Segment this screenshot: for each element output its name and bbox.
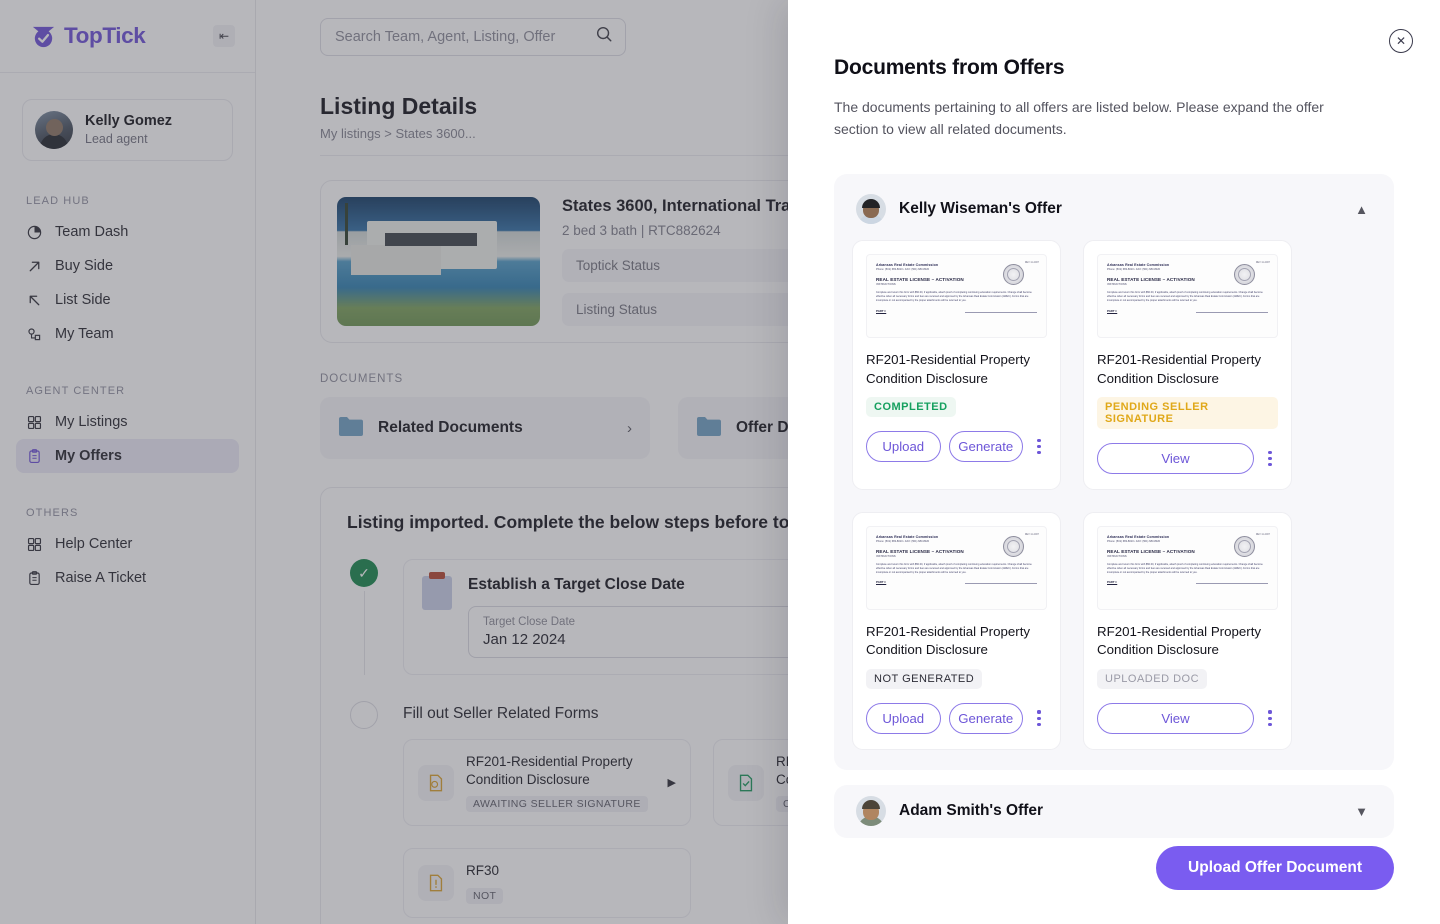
offer-name: Kelly Wiseman's Offer (899, 200, 1062, 218)
generate-button[interactable]: Generate (948, 431, 1023, 463)
document-actions: Upload Generate (866, 702, 1047, 734)
offer-section-kelly-wiseman: Kelly Wiseman's Offer ▲ REV 11-2007 Arka… (834, 174, 1394, 770)
drawer-title: Documents from Offers (834, 56, 1065, 79)
state-seal-icon (1234, 536, 1255, 558)
drawer-description: The documents pertaining to all offers a… (834, 99, 1324, 137)
view-button[interactable]: View (1097, 443, 1254, 475)
thumb-body: Complete and return this form with $50.0… (1107, 563, 1263, 574)
offer-section-adam-smith[interactable]: Adam Smith's Offer ▼ (834, 784, 1394, 838)
document-thumbnail[interactable]: REV 11-2007 Arkansas Real Estate Commiss… (866, 526, 1047, 611)
document-name: RF201-Residential Property Condition Dis… (866, 624, 1031, 658)
upload-offer-document-button[interactable]: Upload Offer Document (1156, 846, 1394, 890)
view-button[interactable]: View (1097, 702, 1254, 734)
kebab-menu-icon[interactable] (1262, 446, 1278, 472)
avatar (856, 194, 886, 225)
document-card: REV 11-2007 Arkansas Real Estate Commiss… (1083, 512, 1292, 750)
chevron-up-icon[interactable]: ▲ (1351, 202, 1372, 217)
drawer-body: Documents from Offers The documents pert… (788, 0, 1440, 846)
document-card: REV 11-2007 Arkansas Real Estate Commiss… (852, 512, 1061, 750)
avatar (856, 796, 886, 827)
document-card: REV 11-2007 Arkansas Real Estate Commiss… (1083, 240, 1292, 491)
upload-button[interactable]: Upload (866, 702, 941, 734)
drawer-footer: Upload Offer Document (788, 846, 1440, 924)
status-badge: PENDING SELLER SIGNATURE (1097, 397, 1278, 430)
close-icon[interactable]: ✕ (1389, 29, 1413, 53)
thumb-rev: REV 11-2007 (1024, 533, 1039, 537)
document-thumbnail[interactable]: REV 11-2007 Arkansas Real Estate Commiss… (866, 254, 1047, 339)
document-actions: View (1097, 702, 1278, 734)
kebab-menu-icon[interactable] (1031, 434, 1047, 460)
thumb-body: Complete and return this form with $50.0… (1107, 291, 1263, 302)
document-name: RF201-Residential Property Condition Dis… (1097, 352, 1262, 386)
document-actions: View (1097, 443, 1278, 475)
state-seal-icon (1003, 536, 1024, 558)
offer-header[interactable]: Kelly Wiseman's Offer ▲ (852, 190, 1376, 225)
thumb-rev: REV 11-2007 (1255, 261, 1270, 265)
document-card: REV 11-2007 Arkansas Real Estate Commiss… (852, 240, 1061, 491)
thumb-body: Complete and return this form with $50.0… (876, 563, 1032, 574)
upload-button[interactable]: Upload (866, 431, 941, 463)
thumb-part-label: PART I: (876, 580, 887, 585)
documents-from-offers-drawer: ✕ Documents from Offers The documents pe… (788, 0, 1440, 924)
document-actions: Upload Generate (866, 431, 1047, 463)
document-thumbnail[interactable]: REV 11-2007 Arkansas Real Estate Commiss… (1097, 254, 1278, 339)
document-thumbnail[interactable]: REV 11-2007 Arkansas Real Estate Commiss… (1097, 526, 1278, 611)
generate-button[interactable]: Generate (948, 702, 1023, 734)
thumb-rev: REV 11-2007 (1255, 533, 1270, 537)
status-badge: UPLOADED DOC (1097, 668, 1208, 689)
thumb-part-label: PART I: (1107, 308, 1118, 313)
offer-name: Adam Smith's Offer (899, 802, 1044, 820)
status-badge: COMPLETED (866, 397, 956, 418)
status-badge: NOT GENERATED (866, 668, 983, 689)
thumb-part-label: PART I: (1107, 580, 1118, 585)
offer-documents-grid: REV 11-2007 Arkansas Real Estate Commiss… (852, 240, 1376, 750)
kebab-menu-icon[interactable] (1262, 705, 1278, 731)
thumb-part-label: PART I: (876, 308, 887, 313)
document-name: RF201-Residential Property Condition Dis… (1097, 624, 1262, 658)
document-name: RF201-Residential Property Condition Dis… (866, 352, 1031, 386)
kebab-menu-icon[interactable] (1031, 705, 1047, 731)
thumb-rev: REV 11-2007 (1024, 261, 1039, 265)
thumb-body: Complete and return this form with $50.0… (876, 291, 1032, 302)
chevron-down-icon[interactable]: ▼ (1351, 804, 1372, 819)
